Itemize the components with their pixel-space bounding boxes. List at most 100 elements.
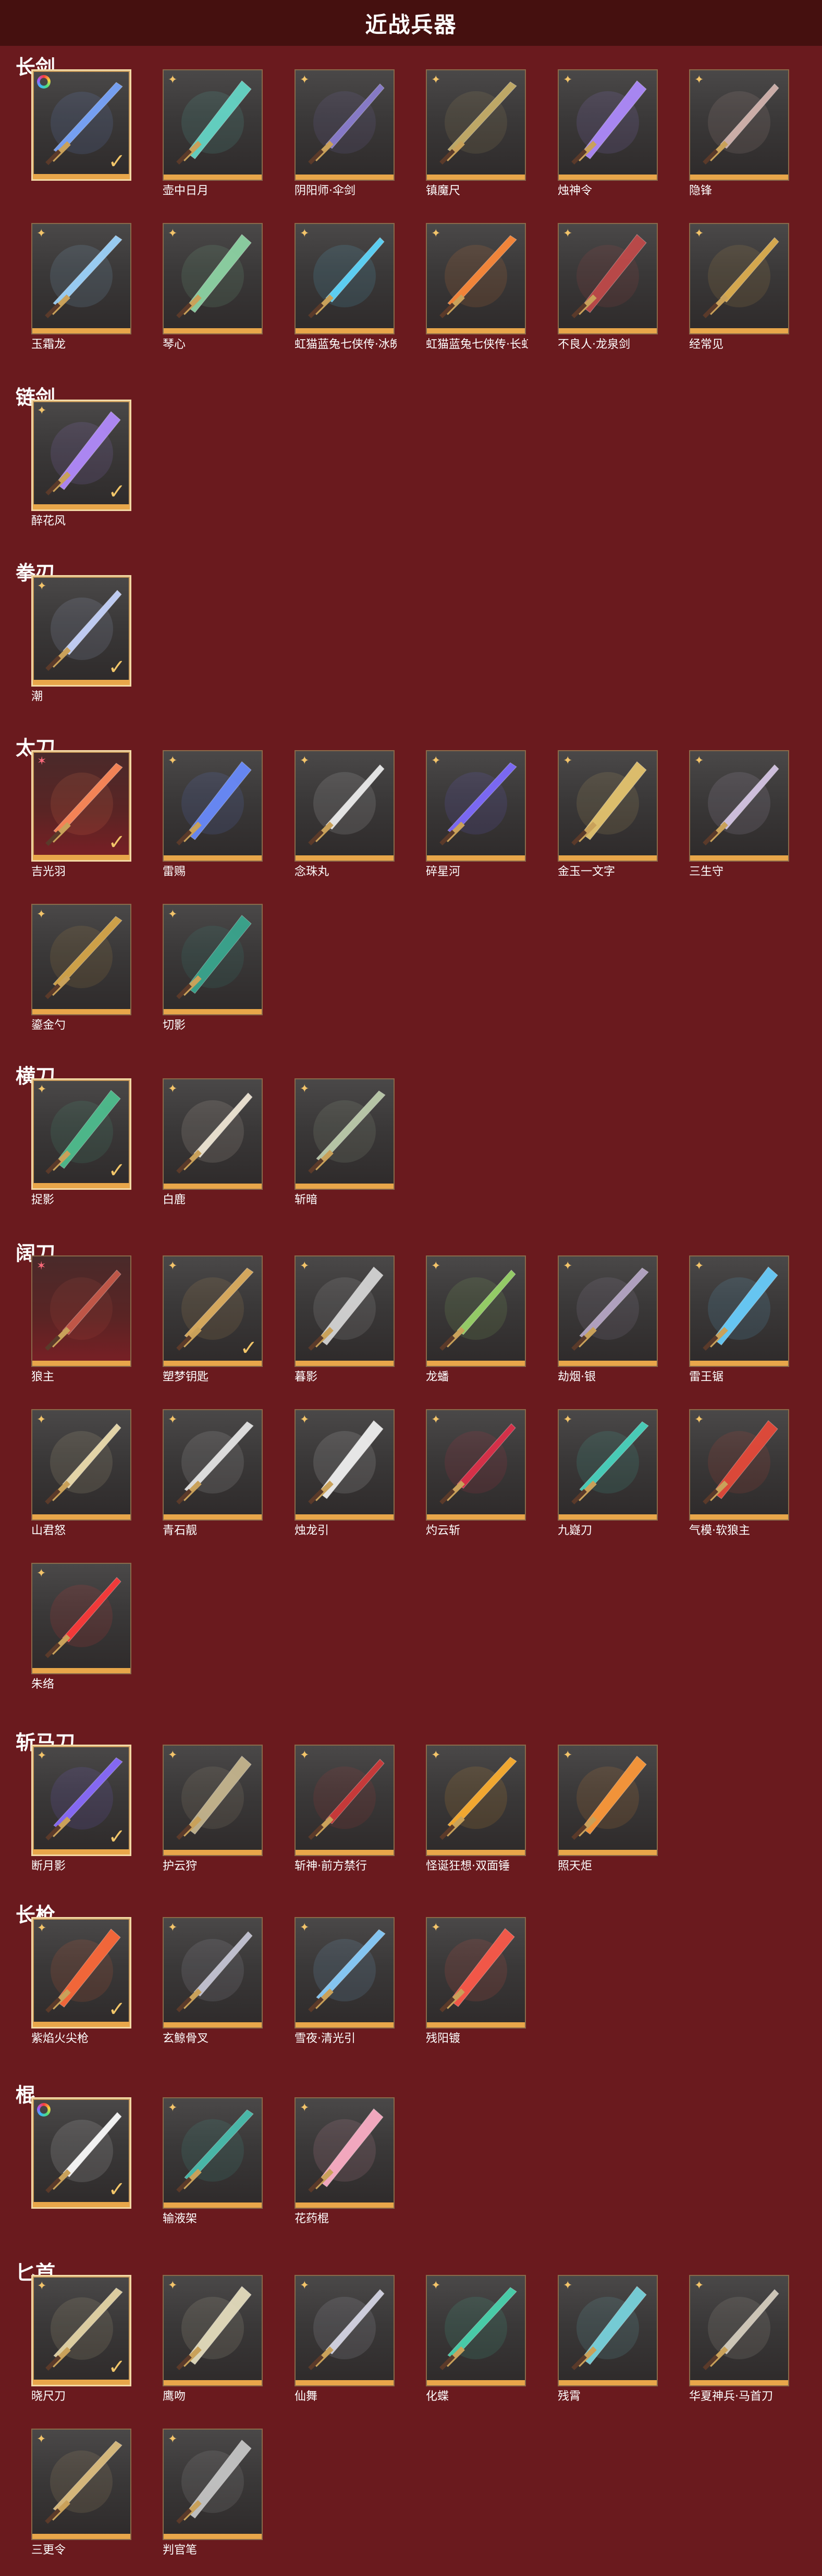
weapon-tile[interactable]: ✦ 虹猫蓝兔七侠传·长虹 <box>426 223 528 352</box>
weapon-tile[interactable]: ✦ 斩神·前方禁行 <box>295 1745 397 1874</box>
weapon-frame: ✦ <box>163 69 263 181</box>
gold-star-rank-icon: ✦ <box>694 754 704 767</box>
weapon-tile[interactable]: ✦ 虹猫蓝兔七侠传·冰魄 <box>295 223 397 352</box>
weapon-name: 镇魔尺 <box>426 184 461 197</box>
gold-star-rank-icon: ✦ <box>300 2101 310 2114</box>
weapon-tile[interactable]: ✓ <box>31 69 133 184</box>
weapon-tile[interactable]: ✦ 华夏神兵·马首刀 <box>689 2275 791 2404</box>
weapon-tile[interactable]: ✦ 仙舞 <box>295 2275 397 2404</box>
weapon-frame: ✦ <box>31 1563 131 1674</box>
gold-star-rank-icon: ✦ <box>168 908 178 921</box>
weapon-name: 断月影 <box>31 1860 66 1873</box>
weapon-name: 三生守 <box>689 865 724 878</box>
weapon-frame: ✦ <box>163 1917 263 2029</box>
weapon-tile[interactable]: ✦ 烛神令 <box>558 69 660 198</box>
gold-star-rank-icon: ✦ <box>694 2279 704 2292</box>
weapon-frame: ✦ <box>295 750 395 862</box>
weapon-tile[interactable]: ✦ ✓ 晓尺刀 <box>31 2275 133 2404</box>
weapon-frame: ✦ <box>163 1409 263 1521</box>
weapon-tile[interactable]: ✶ 狼主 <box>31 1255 133 1385</box>
gold-star-rank-icon: ✦ <box>431 2279 441 2292</box>
weapon-tile[interactable]: ✦ 九嶷刀 <box>558 1409 660 1538</box>
weapon-tile[interactable]: ✦ 镇魔尺 <box>426 69 528 198</box>
weapon-tile[interactable]: ✦ ✓ 捉影 <box>31 1078 133 1208</box>
weapon-tile[interactable]: ✦ 龙蟠 <box>426 1255 528 1385</box>
weapon-tile[interactable]: ✦ ✓ 潮 <box>31 575 133 704</box>
weapon-tile[interactable]: ✦ 经常见 <box>689 223 791 352</box>
weapon-frame: ✦ <box>689 2275 789 2386</box>
weapon-tile[interactable]: ✦ 烛龙引 <box>295 1409 397 1538</box>
gold-star-rank-icon: ✦ <box>300 73 310 86</box>
weapon-frame: ✶ <box>31 1255 131 1367</box>
weapon-tile[interactable]: ✦ 朱络 <box>31 1563 133 1692</box>
weapon-name: 狼主 <box>31 1371 55 1384</box>
weapon-tile[interactable]: ✦ 气模·软狼主 <box>689 1409 791 1538</box>
weapon-tile[interactable]: ✦ 雷赐 <box>163 750 265 879</box>
weapon-tile[interactable]: ✦ 阴阳师·伞剑 <box>295 69 397 198</box>
weapon-tile[interactable]: ✦ 鎏金勺 <box>31 904 133 1033</box>
weapon-frame: ✦ <box>163 2097 263 2209</box>
red-star-rank-icon: ✶ <box>37 755 47 768</box>
weapon-tile[interactable]: ✦ 碎星河 <box>426 750 528 879</box>
weapon-tile[interactable]: ✦ 山君怒 <box>31 1409 133 1538</box>
weapon-name: 吉光羽 <box>31 865 66 878</box>
weapon-frame: ✦ <box>689 223 789 334</box>
weapon-frame: ✦ <box>31 2429 131 2540</box>
weapon-tile[interactable]: ✦ 雪夜·清光引 <box>295 1917 397 2046</box>
weapon-tile[interactable]: ✦ ✓ 断月影 <box>31 1745 133 1874</box>
weapon-name: 朱络 <box>31 1678 55 1691</box>
gold-star-rank-icon: ✦ <box>563 73 573 86</box>
weapon-tile[interactable]: ✦ 三生守 <box>689 750 791 879</box>
weapon-tile[interactable]: ✦ 雷王锯 <box>689 1255 791 1385</box>
weapon-tile[interactable]: ✦ 青石靓 <box>163 1409 265 1538</box>
weapon-tile[interactable]: ✦ 劫烟·银 <box>558 1255 660 1385</box>
gold-star-rank-icon: ✦ <box>168 2279 178 2292</box>
weapon-tile[interactable]: ✦ 照天炬 <box>558 1745 660 1874</box>
weapon-tile[interactable]: ✦ 玄鲸骨叉 <box>163 1917 265 2046</box>
weapon-tile[interactable]: ✦ 玉霜龙 <box>31 223 133 352</box>
weapon-tile[interactable]: ✓ <box>31 2097 133 2212</box>
weapon-tile[interactable]: ✦ 隐锋 <box>689 69 791 198</box>
weapon-tile[interactable]: ✦ 三更令 <box>31 2429 133 2558</box>
weapon-tile[interactable]: ✦ 灼云斩 <box>426 1409 528 1538</box>
weapon-tile[interactable]: ✦ 鹰吻 <box>163 2275 265 2404</box>
weapon-name: 花药棍 <box>295 2212 329 2225</box>
weapon-tile[interactable]: ✦ 切影 <box>163 904 265 1033</box>
weapon-frame: ✦ <box>31 904 131 1015</box>
weapon-tile[interactable]: ✦ 输液架 <box>163 2097 265 2226</box>
weapon-frame: ✦ <box>163 750 263 862</box>
weapon-tile[interactable]: ✦ ✓ 紫焰火尖枪 <box>31 1917 133 2046</box>
gold-star-rank-icon: ✦ <box>168 2433 178 2446</box>
weapon-tile[interactable]: ✦ 琴心 <box>163 223 265 352</box>
owned-check-icon: ✓ <box>108 480 126 504</box>
gold-star-rank-icon: ✦ <box>168 1749 178 1762</box>
weapon-tile[interactable]: ✦ 判官笔 <box>163 2429 265 2558</box>
weapon-frame: ✦ <box>426 1255 526 1367</box>
weapon-tile[interactable]: ✦ 暮影 <box>295 1255 397 1385</box>
weapon-tile[interactable]: ✦ 壶中日月 <box>163 69 265 198</box>
weapon-name: 输液架 <box>163 2212 198 2225</box>
weapon-frame: ✦ <box>558 2275 658 2386</box>
weapon-tile[interactable]: ✦ 斩暗 <box>295 1078 397 1208</box>
weapon-frame: ✦ <box>295 2275 395 2386</box>
weapon-tile[interactable]: ✦ 白鹿 <box>163 1078 265 1208</box>
weapon-tile[interactable]: ✦ 花药棍 <box>295 2097 397 2226</box>
weapon-name: 烛龙引 <box>295 1524 329 1537</box>
weapon-tile[interactable]: ✦ 念珠丸 <box>295 750 397 879</box>
weapon-tile[interactable]: ✦ 金玉一文字 <box>558 750 660 879</box>
weapon-tile[interactable]: ✦ 怪诞狂想·双面锤 <box>426 1745 528 1874</box>
weapon-tile[interactable]: ✦ 残霄 <box>558 2275 660 2404</box>
weapon-tile[interactable]: ✦ 护云狩 <box>163 1745 265 1874</box>
weapon-tile[interactable]: ✦ 残阳镀 <box>426 1917 528 2046</box>
gold-star-rank-icon: ✦ <box>37 404 47 417</box>
weapon-tile[interactable]: ✦ ✓ 醉花风 <box>31 400 133 529</box>
weapon-tile[interactable]: ✶ ✓ 吉光羽 <box>31 750 133 879</box>
weapon-tile[interactable]: ✦ ✓ 塑梦钥匙 <box>163 1255 265 1385</box>
weapon-tile[interactable]: ✦ 不良人·龙泉剑 <box>558 223 660 352</box>
weapon-frame: ✦ <box>426 2275 526 2386</box>
weapon-tile[interactable]: ✦ 化蝶 <box>426 2275 528 2404</box>
gold-star-rank-icon: ✦ <box>168 227 178 240</box>
weapon-frame: ✦ ✓ <box>31 2275 131 2386</box>
gold-star-rank-icon: ✦ <box>168 1413 178 1426</box>
weapon-name: 雷王锯 <box>689 1371 724 1384</box>
